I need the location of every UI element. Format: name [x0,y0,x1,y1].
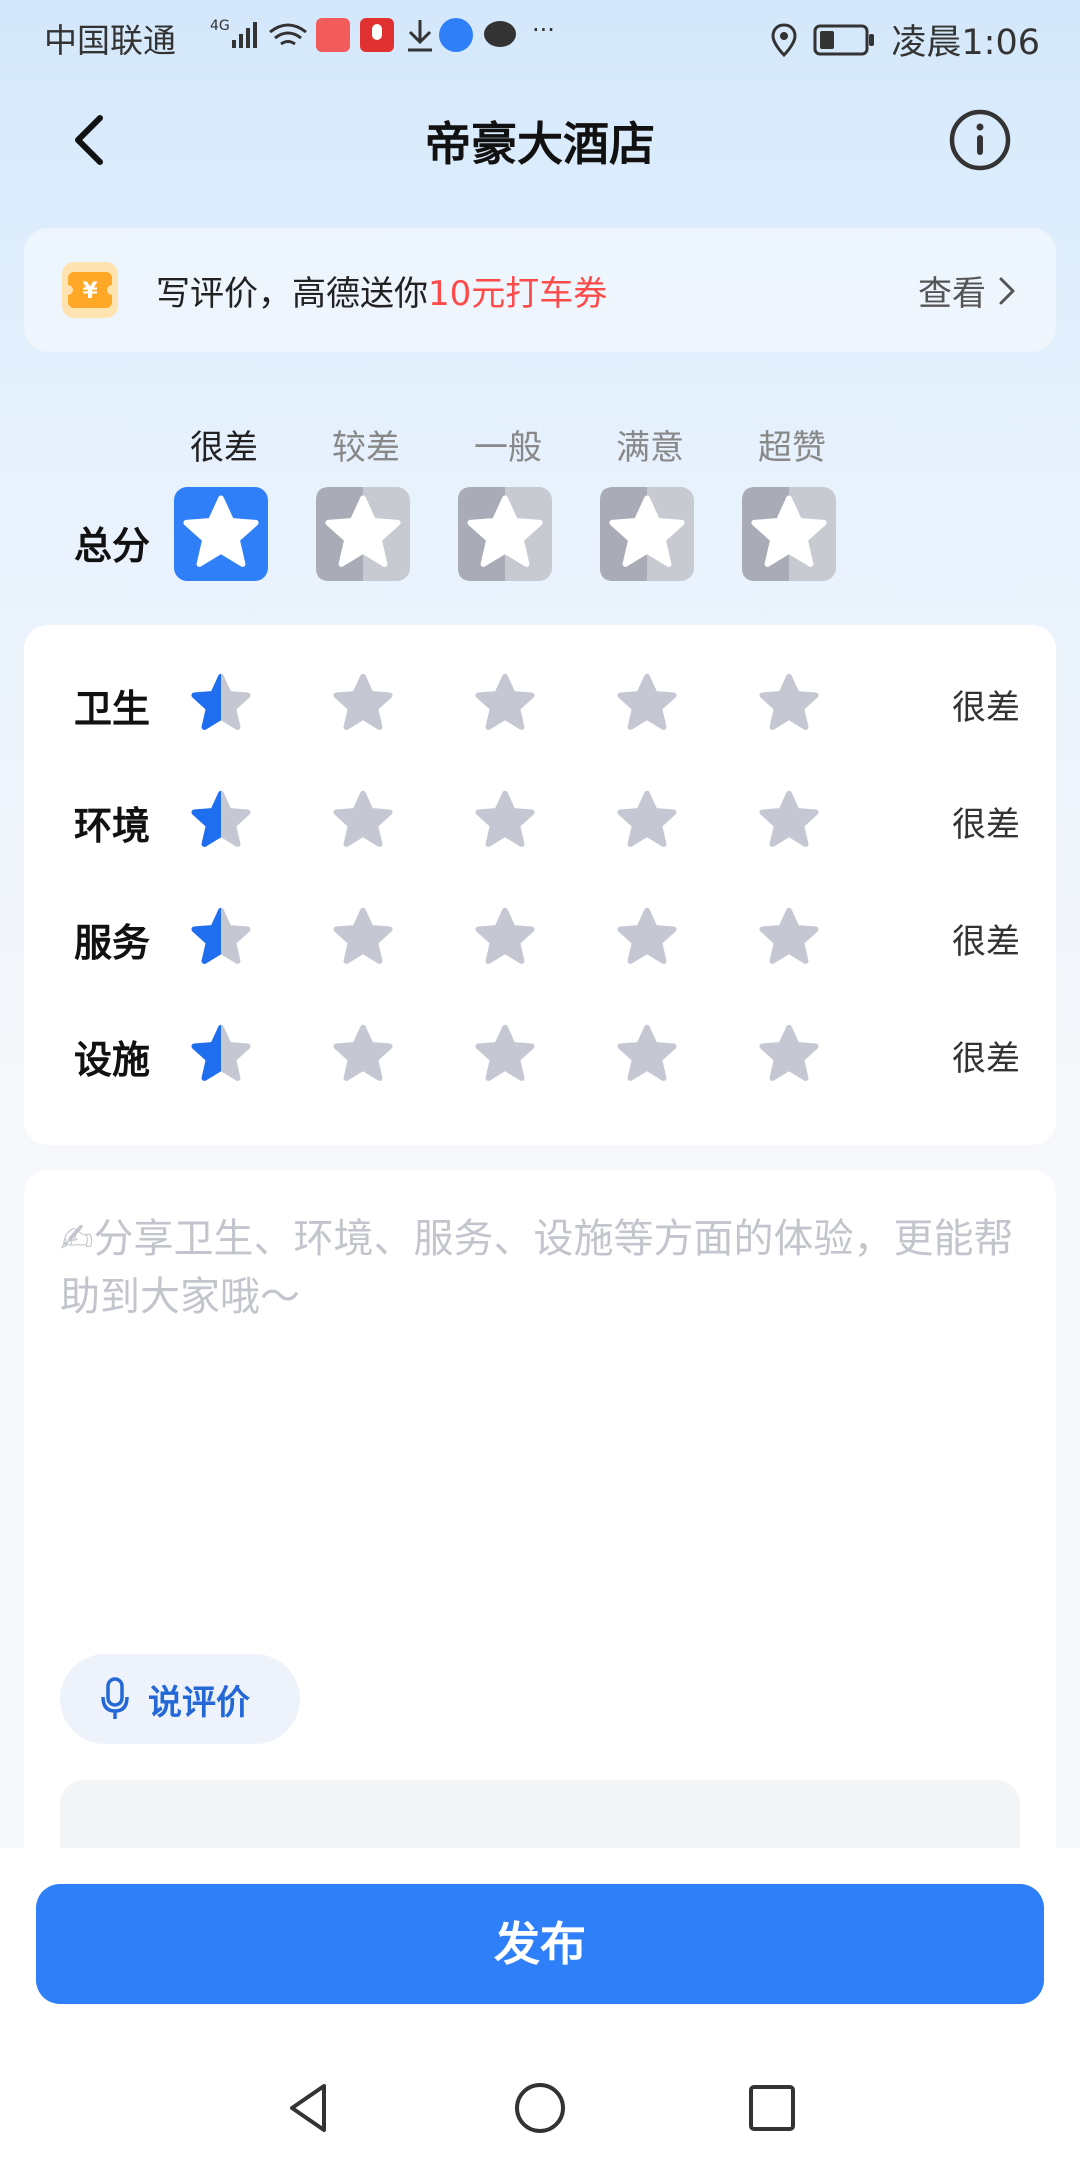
total-star-1[interactable] [174,487,268,581]
app-header: 帝豪大酒店 [0,90,1080,190]
star-icon[interactable] [469,902,541,974]
promo-banner[interactable]: ¥ 写评价，高德送你10元打车券 查看 [24,228,1056,352]
nav-recents-button[interactable] [742,2078,802,2138]
promo-view-link[interactable]: 查看 [918,266,1016,315]
location-icon [771,22,797,57]
wifi-icon [269,23,307,46]
star-icon[interactable] [185,785,257,857]
category-value-text: 很差 [952,688,1020,728]
category-value-text: 很差 [952,1039,1020,1079]
star-icon[interactable] [327,902,399,974]
star-icon[interactable] [753,1019,825,1091]
publish-button[interactable]: 发布 [36,1884,1044,2004]
promo-text-prefix: 写评价，高德送你 [156,274,428,314]
star-icon[interactable] [753,785,825,857]
coupon-icon: ¥ [62,262,118,318]
category-row: 服务 很差 [24,894,1056,974]
star-icon[interactable] [327,785,399,857]
category-label: 设施 [74,1038,151,1082]
star-icon[interactable] [327,1019,399,1091]
info-button[interactable] [948,108,1012,172]
status-icons: 4G ··· [210,16,555,52]
star-icon[interactable] [469,785,541,857]
rating-level-labels: 很差 较差 一般 满意 超赞 [24,420,1056,470]
nav-back-button[interactable] [278,2078,338,2138]
promo-highlight: 10元打车券 [428,274,608,314]
more-notifications-icon: ··· [532,16,555,44]
star-icon[interactable] [611,785,683,857]
promo-text: 写评价，高德送你10元打车券 [156,266,607,315]
category-label: 卫生 [74,687,151,731]
rating-section: 很差 较差 一般 满意 超赞 总分 卫生 很差 环境 很差 服务 很差 设施 很差 [24,385,1056,1145]
voice-review-label: 说评价 [148,1682,250,1723]
star-icon[interactable] [611,1019,683,1091]
system-nav-bar [0,2058,1080,2158]
status-bar: 中国联通 4G ··· 凌晨1:06 [0,0,1080,74]
rating-level-label: 满意 [616,428,684,468]
voice-review-button[interactable]: 说评价 [60,1654,300,1744]
star-icon[interactable] [327,668,399,740]
download-icon [408,20,432,52]
square-recents-icon [749,2085,795,2131]
browser-app-icon [439,18,473,52]
chevron-right-icon [999,277,1015,304]
total-score-label: 总分 [74,524,151,568]
total-star-5[interactable] [742,487,836,581]
rating-level-label: 超赞 [758,428,826,468]
clock: 凌晨1:06 [891,23,1040,63]
star-icon [458,487,552,581]
triangle-back-icon [290,2084,326,2132]
carrier-label: 中国联通 [44,21,176,60]
total-star-3[interactable] [458,487,552,581]
star-icon [174,487,268,581]
star-icon[interactable] [611,902,683,974]
star-icon [316,487,410,581]
star-icon [600,487,694,581]
microphone-icon [101,1677,129,1719]
category-row: 环境 很差 [24,777,1056,857]
star-icon [742,487,836,581]
star-icon[interactable] [185,1019,257,1091]
star-icon[interactable] [753,668,825,740]
promo-link-label: 查看 [918,274,986,314]
star-icon[interactable] [185,668,257,740]
total-star-2[interactable] [316,487,410,581]
circle-home-icon [515,2083,565,2133]
category-label: 服务 [74,921,151,965]
info-icon [949,109,1011,171]
rating-level-label: 一般 [474,428,542,468]
category-value-text: 很差 [952,805,1020,845]
battery-icon [813,24,875,55]
star-icon[interactable] [611,668,683,740]
category-value-text: 很差 [952,922,1020,962]
nav-home-button[interactable] [510,2078,570,2138]
bottom-bar: 发布 [0,1848,1080,2160]
category-row: 卫生 很差 [24,660,1056,740]
rating-level-label: 较差 [332,428,400,468]
signal-icon [232,22,257,48]
rating-level-label: 很差 [190,428,258,468]
star-icon[interactable] [469,1019,541,1091]
category-label: 环境 [74,804,151,848]
category-row: 设施 很差 [24,1011,1056,1091]
total-star-4[interactable] [600,487,694,581]
message-icon [484,21,516,47]
page-title: 帝豪大酒店 [425,117,655,171]
network-type-icon: 4G [210,18,230,34]
star-icon[interactable] [469,668,541,740]
comment-input[interactable]: ✍分享卫生、环境、服务、设施等方面的体验，更能帮助到大家哦～ [60,1210,1020,1326]
svg-text:¥: ¥ [82,279,98,304]
star-icon[interactable] [185,902,257,974]
huawei-app-icon [316,18,350,52]
star-icon[interactable] [753,902,825,974]
category-ratings-card: 卫生 很差 环境 很差 服务 很差 设施 很差 [24,625,1056,1145]
